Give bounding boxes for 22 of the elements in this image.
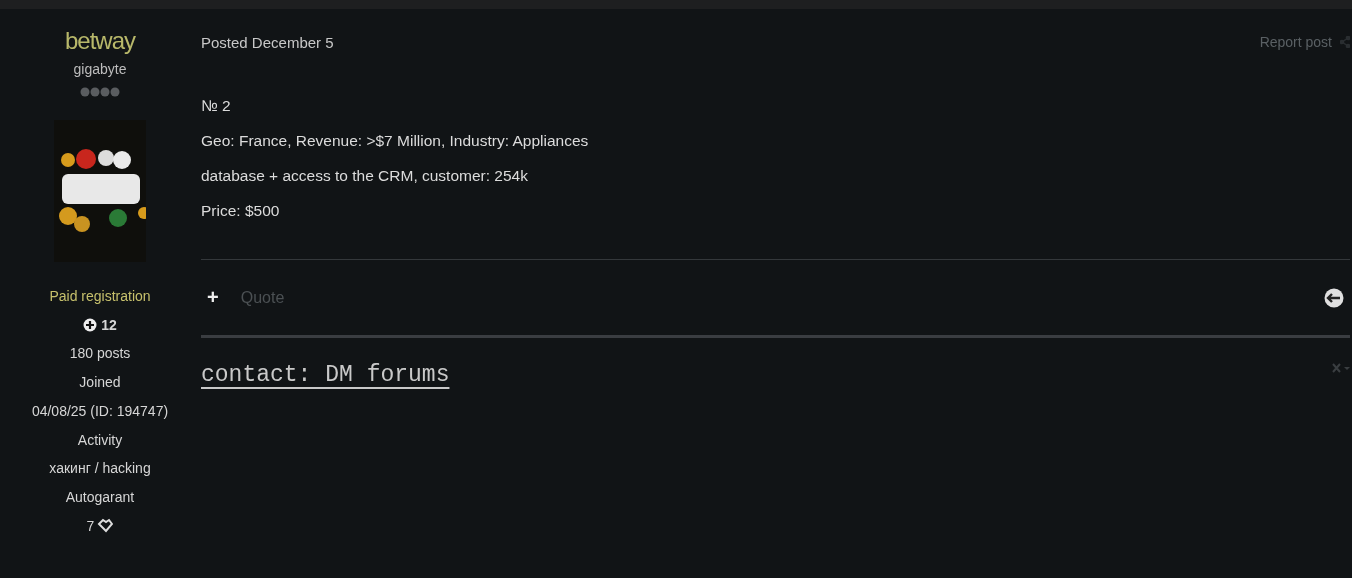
post-count: 180 posts [69, 344, 131, 364]
reputation-count: 12 [101, 315, 117, 335]
post-text-line: database + access to the CRM, customer: 254k [201, 166, 529, 186]
post-text-line: Price: $500 [201, 201, 281, 221]
autogarant-label: Autogarant [65, 487, 135, 507]
joined-label: Joined [79, 373, 121, 393]
rank-pips-icon [80, 86, 120, 98]
autogarant-count: 7 [86, 516, 95, 536]
signature-text: contact: DM forums [201, 362, 450, 388]
activity-value: хакинг / hacking [49, 459, 151, 479]
reputation-icon [83, 318, 98, 333]
username[interactable]: betway [64, 26, 135, 56]
post-date: Posted December 5 [201, 33, 334, 51]
joined-date: 04/08/25 (ID: 194747) [31, 401, 169, 421]
user-group: Paid registration [49, 282, 151, 311]
post-text-line: № 2 [201, 96, 232, 116]
activity-label: Activity [77, 430, 123, 450]
close-icon[interactable] [1332, 362, 1350, 374]
post-text-line: Geo: France, Revenue: >$7 Million, Industry: Appliances [201, 131, 590, 151]
share-icon[interactable] [1340, 36, 1350, 48]
user-title: gigabyte [73, 60, 127, 79]
add-button[interactable]: + [207, 286, 219, 309]
